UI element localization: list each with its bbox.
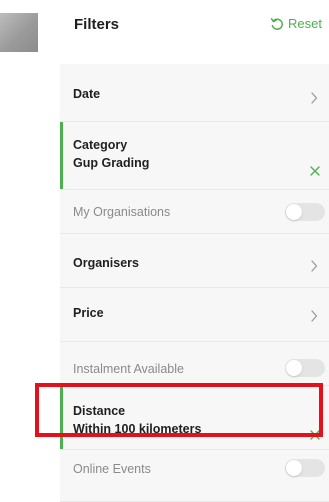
online-events-toggle[interactable]	[285, 459, 325, 477]
filters-panel: Filters Reset Date Category Gup Grading …	[60, 0, 329, 502]
chevron-right-icon	[311, 92, 318, 104]
active-filter-indicator	[60, 386, 63, 449]
filters-title: Filters	[74, 16, 120, 33]
filter-my-organisations-label: My Organisations	[73, 205, 171, 219]
toggle-knob	[286, 460, 302, 476]
toggle-knob	[286, 204, 302, 220]
filter-organisers-label: Organisers	[73, 256, 140, 270]
filter-online-events-label: Online Events	[73, 462, 151, 476]
background-thumbnail	[0, 13, 38, 52]
chevron-right-icon	[311, 260, 318, 272]
active-filter-indicator	[60, 122, 63, 189]
toggle-knob	[286, 360, 302, 376]
clear-distance-icon[interactable]	[309, 429, 321, 441]
filter-distance[interactable]: Distance Within 100 kilometers	[60, 386, 329, 450]
filter-date-label: Date	[73, 87, 101, 101]
filter-category-label: Category	[73, 138, 128, 152]
clear-category-icon[interactable]	[309, 165, 321, 177]
filter-category[interactable]: Category Gup Grading	[60, 122, 329, 190]
filter-category-value: Gup Grading	[73, 156, 150, 170]
filter-distance-value: Within 100 kilometers	[73, 422, 202, 436]
filters-screen: Filters Reset Date Category Gup Grading …	[0, 0, 329, 502]
filter-online-events: Online Events	[60, 450, 329, 502]
filter-instalment-available-label: Instalment Available	[73, 362, 184, 376]
instalment-available-toggle[interactable]	[285, 359, 325, 377]
chevron-right-icon	[311, 310, 318, 322]
filter-price[interactable]: Price	[60, 288, 329, 342]
reset-icon	[270, 17, 283, 30]
filter-distance-label: Distance	[73, 404, 126, 418]
my-organisations-toggle[interactable]	[285, 203, 325, 221]
filters-list: Date Category Gup Grading My Organisatio…	[60, 64, 329, 502]
filter-instalment-available: Instalment Available	[60, 342, 329, 386]
filter-my-organisations: My Organisations	[60, 190, 329, 234]
filter-date[interactable]: Date	[60, 64, 329, 122]
filters-header: Filters Reset	[60, 0, 329, 64]
filter-price-label: Price	[73, 306, 104, 320]
filter-organisers[interactable]: Organisers	[60, 234, 329, 288]
reset-label: Reset	[288, 16, 322, 31]
reset-button[interactable]: Reset	[270, 16, 322, 31]
